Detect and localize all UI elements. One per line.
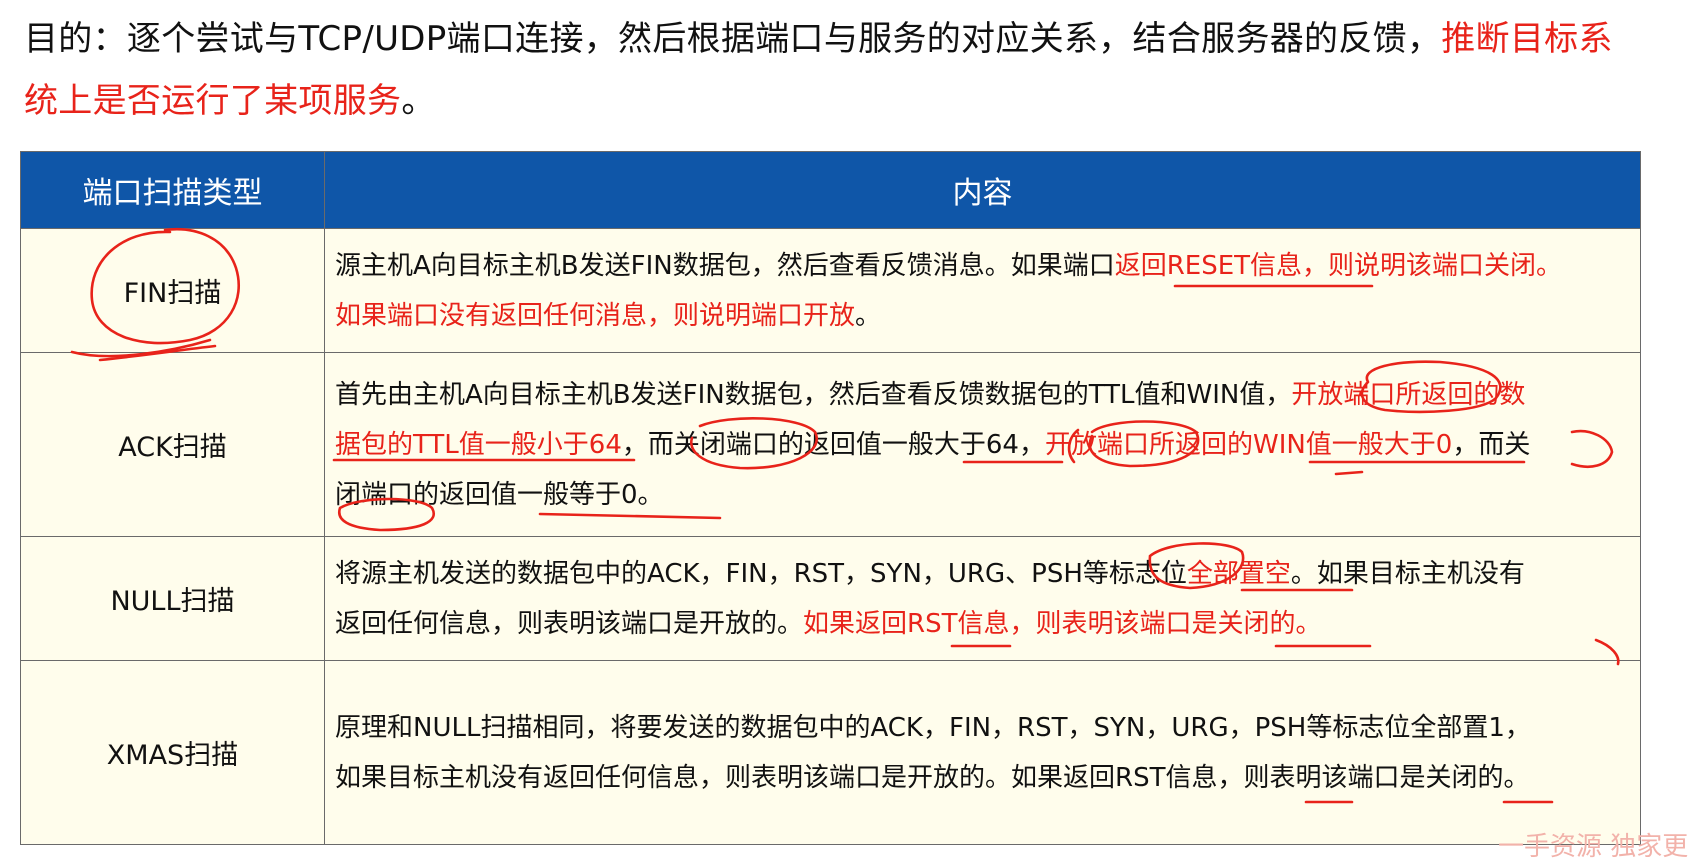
content-line: 返回任何信息，则表明该端口是开放的。如果返回RST信息，则表明该端口是关闭的。	[335, 599, 1636, 649]
port-scan-table: 端口扫描类型 内容 FIN扫描 源主机A向目标主机B发送FIN数据包，然后查看反…	[20, 151, 1641, 845]
content-line: 如果目标主机没有返回任何信息，则表明该端口是开放的。如果返回RST信息，则表明该…	[335, 753, 1636, 803]
highlighted-text: 如果端口没有返回任何消息，则说明端口开放	[335, 300, 856, 331]
content-line: 源主机A向目标主机B发送FIN数据包，然后查看反馈消息。如果端口返回RESET信…	[335, 241, 1636, 291]
body-text: ，而关	[1452, 429, 1531, 460]
scan-content-cell: 原理和NULL扫描相同，将要发送的数据包中的ACK，FIN，RST，SYN，UR…	[324, 660, 1641, 845]
scan-type-cell: FIN扫描	[20, 228, 325, 353]
body-text: 。	[855, 300, 882, 331]
header-content: 内容	[324, 151, 1641, 229]
table-row: FIN扫描 源主机A向目标主机B发送FIN数据包，然后查看反馈消息。如果端口返回…	[20, 228, 1641, 353]
content-line: 闭端口的返回值一般等于0。	[335, 470, 1636, 520]
intro-paragraph: 目的：逐个尝试与TCP/UDP端口连接，然后根据端口与服务的对应关系，结合服务器…	[24, 8, 1624, 132]
body-text: 首先由主机A向目标主机B发送FIN数据包，然后查看反馈数据包的TTL值和WIN值…	[335, 379, 1292, 410]
scan-content-cell: 源主机A向目标主机B发送FIN数据包，然后查看反馈消息。如果端口返回RESET信…	[324, 228, 1641, 353]
content-line: 如果端口没有返回任何消息，则说明端口开放。	[335, 291, 1636, 341]
body-text: 。如果目标主机没有	[1290, 558, 1525, 589]
table-header-row: 端口扫描类型 内容	[20, 151, 1641, 229]
content-line: 据包的TTL值一般小于64，而关闭端口的返回值一般大于64，开放端口所返回的WI…	[335, 420, 1636, 470]
highlighted-text: 据包的TTL值一般小于64	[335, 429, 622, 460]
body-text: ，而关闭端口的返回值一般大于64，	[621, 429, 1045, 460]
scan-type-cell: ACK扫描	[20, 352, 325, 537]
intro-end: 。	[401, 81, 436, 121]
highlighted-text: 全部置空	[1186, 558, 1291, 589]
scan-type-cell: XMAS扫描	[20, 660, 325, 845]
scan-content-cell: 将源主机发送的数据包中的ACK，FIN，RST，SYN，URG、PSH等标志位全…	[324, 536, 1641, 661]
highlighted-text: 返回RESET信息，则说明该端口关闭。	[1114, 250, 1563, 281]
slide-page: 目的：逐个尝试与TCP/UDP端口连接，然后根据端口与服务的对应关系，结合服务器…	[0, 0, 1691, 861]
header-scan-type: 端口扫描类型	[20, 151, 325, 229]
highlighted-text: 如果返回RST信息，则表明该端口是关闭的。	[803, 608, 1322, 639]
highlighted-text: 开放端口所返回的数	[1291, 379, 1526, 410]
content-line: 原理和NULL扫描相同，将要发送的数据包中的ACK，FIN，RST，SYN，UR…	[335, 703, 1636, 753]
body-text: 原理和NULL扫描相同，将要发送的数据包中的ACK，FIN，RST，SYN，UR…	[335, 712, 1531, 743]
table-row: NULL扫描 将源主机发送的数据包中的ACK，FIN，RST，SYN，URG、P…	[20, 536, 1641, 661]
body-text: 源主机A向目标主机B发送FIN数据包，然后查看反馈消息。如果端口	[335, 250, 1115, 281]
highlighted-text: 开放端口所返回的WIN值一般大于0	[1044, 429, 1453, 460]
body-text: 如果目标主机没有返回任何信息，则表明该端口是开放的。如果返回RST信息，则表明该…	[335, 762, 1530, 793]
body-text: 将源主机发送的数据包中的ACK，FIN，RST，SYN，URG、PSH等标志位	[335, 558, 1187, 589]
watermark-text: 一手资源 独家更	[1498, 832, 1689, 861]
content-line: 将源主机发送的数据包中的ACK，FIN，RST，SYN，URG、PSH等标志位全…	[335, 549, 1636, 599]
body-text: 闭端口的返回值一般等于0。	[335, 479, 664, 510]
scan-type-cell: NULL扫描	[20, 536, 325, 661]
content-line: 首先由主机A向目标主机B发送FIN数据包，然后查看反馈数据包的TTL值和WIN值…	[335, 370, 1636, 420]
table-row: XMAS扫描 原理和NULL扫描相同，将要发送的数据包中的ACK，FIN，RST…	[20, 660, 1641, 845]
intro-text: 目的：逐个尝试与TCP/UDP端口连接，然后根据端口与服务的对应关系，结合服务器…	[24, 19, 1442, 59]
body-text: 返回任何信息，则表明该端口是开放的。	[335, 608, 804, 639]
table-row: ACK扫描 首先由主机A向目标主机B发送FIN数据包，然后查看反馈数据包的TTL…	[20, 352, 1641, 537]
scan-content-cell: 首先由主机A向目标主机B发送FIN数据包，然后查看反馈数据包的TTL值和WIN值…	[324, 352, 1641, 537]
